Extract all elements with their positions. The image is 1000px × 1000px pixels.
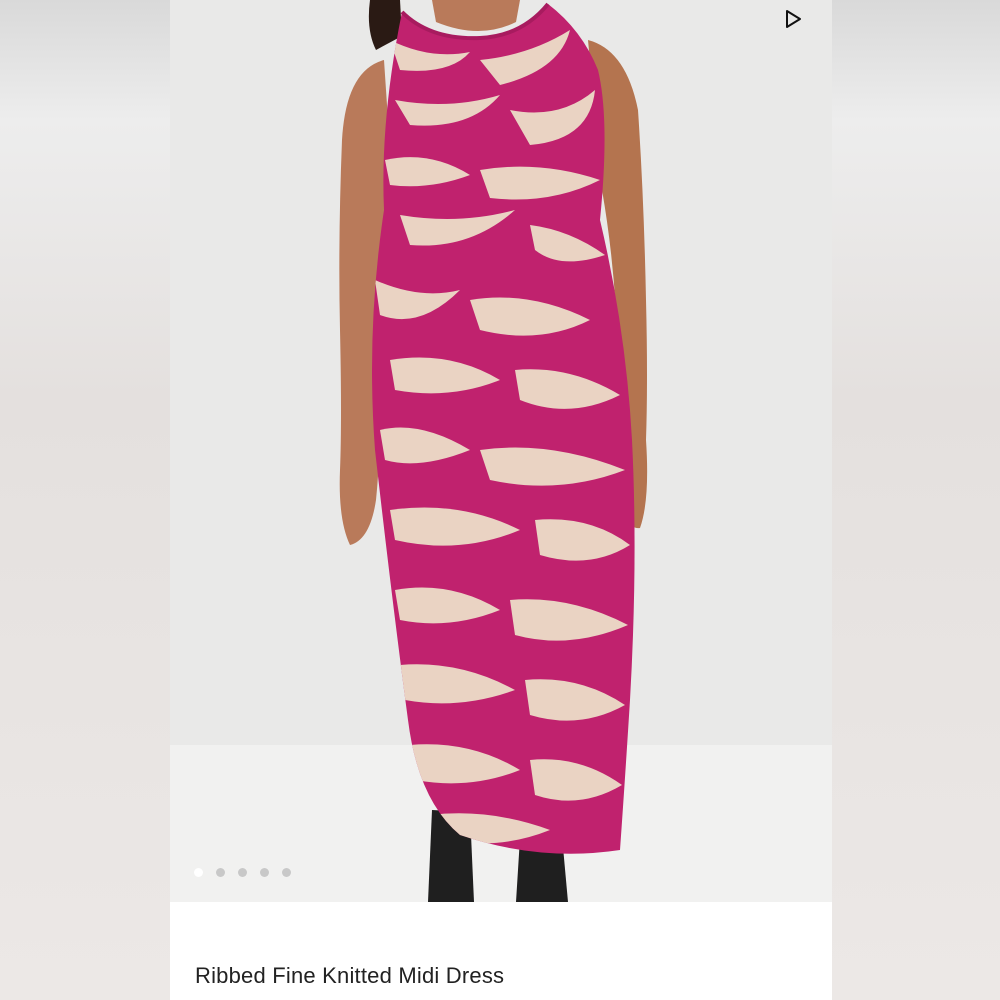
blurred-background-right	[832, 0, 1000, 1000]
play-icon	[786, 10, 801, 28]
gallery-dot-4[interactable]	[260, 868, 269, 877]
gallery-pagination	[194, 868, 291, 877]
gallery-dot-5[interactable]	[282, 868, 291, 877]
gallery-dot-3[interactable]	[238, 868, 247, 877]
product-card: Ribbed Fine Knitted Midi Dress	[170, 0, 832, 1000]
blurred-background-left	[0, 0, 170, 1000]
gallery-dot-1[interactable]	[194, 868, 203, 877]
dress-illustration	[170, 0, 832, 902]
product-photo[interactable]	[170, 0, 832, 902]
play-button[interactable]	[782, 8, 806, 32]
gallery-dot-2[interactable]	[216, 868, 225, 877]
product-title: Ribbed Fine Knitted Midi Dress	[195, 963, 505, 988]
